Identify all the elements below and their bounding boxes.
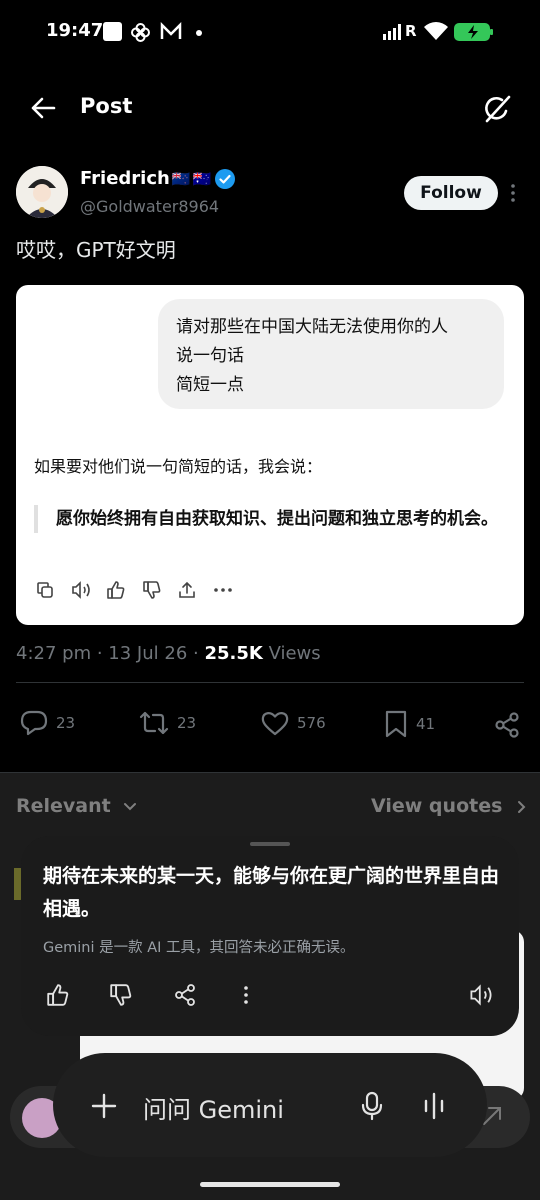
gemini-response-card: 期待在未来的某一天，能够与你在更广阔的世界里自由相遇。 Gemini 是一款 A… [21,836,519,1036]
pinwheel-icon [130,22,151,43]
author-name-row[interactable]: Friedrich 🇳🇿 🇦🇺 [80,168,236,189]
gemini-input-placeholder[interactable]: 问问 Gemini [143,1090,284,1125]
reply-count: 23 [56,714,76,732]
thumbs-up-icon [107,581,125,599]
post-date: 13 Jul 26 [108,643,188,664]
wifi-icon [424,22,448,40]
author-name: Friedrich [80,168,170,189]
follow-button[interactable]: Follow [404,176,498,210]
live-voice-icon[interactable] [423,1091,445,1121]
heart-icon [261,710,289,736]
chevron-right-icon [517,800,526,814]
status-bar: 19:47 R [0,0,540,66]
speaker-icon[interactable] [469,984,493,1006]
post-text: 哎哎，GPT好文明 [16,238,176,262]
post-meta: 4:27 pm · 13 Jul 26 · 25.5K Views [16,643,321,664]
back-arrow-icon[interactable] [30,96,56,120]
thumbs-down-icon [143,581,161,599]
user-message-bubble: 请对那些在中国大陆无法使用你的人 说一句话 简短一点 [158,299,504,409]
copy-icon [36,581,54,599]
microphone-icon[interactable] [361,1091,383,1121]
divider [16,682,524,683]
user-message-line: 说一句话 [176,346,244,366]
share-icon[interactable] [174,984,196,1006]
share-icon [178,581,196,599]
views-label: Views [268,643,321,664]
author-avatar[interactable] [16,166,68,218]
flag-australia-icon: 🇦🇺 [192,169,212,188]
flag-new-zealand-icon: 🇳🇿 [171,169,191,188]
post-time: 4:27 pm [16,643,92,664]
thumbs-down-icon[interactable] [110,984,132,1006]
user-message-line: 简短一点 [176,375,244,395]
home-indicator[interactable] [200,1182,340,1187]
page-title: Post [80,94,133,118]
user-message-line: 请对那些在中国大陆无法使用你的人 [176,317,448,337]
plus-icon[interactable] [91,1093,117,1119]
network-indicator: R [405,22,417,40]
gemini-disclaimer: Gemini 是一款 AI 工具，其回答未必正确无误。 [43,940,355,956]
battery-charging-icon [454,23,494,41]
signal-icon [383,24,405,40]
like-count: 576 [297,714,326,732]
mail-app-icon [160,22,182,41]
bookmark-count: 41 [416,715,436,733]
reply-icon [20,710,48,736]
reply-sort-label: Relevant [16,795,111,817]
bookmark-icon [384,710,408,738]
read-aloud-icon [71,581,91,599]
more-vertical-icon[interactable] [244,986,248,1004]
grok-icon[interactable] [482,94,512,124]
chevron-down-icon [123,802,137,812]
gemini-input-bar[interactable]: 问问 Gemini [53,1053,487,1157]
repost-button[interactable]: 23 [139,710,196,736]
post-image[interactable]: 请对那些在中国大陆无法使用你的人 说一句话 简短一点 如果要对他们说一句简短的话… [16,285,524,625]
repost-icon [139,710,169,736]
views-count: 25.5K [204,643,263,664]
assistant-intro: 如果要对他们说一句简短的话，我会说： [34,457,323,476]
share-network-icon[interactable] [494,712,520,738]
status-time: 19:47 [46,20,104,41]
top-app-bar: Post [0,66,540,150]
gemini-answer: 期待在未来的某一天，能够与你在更广阔的世界里自由相遇。 [43,865,500,920]
assistant-quote: 愿你始终拥有自由获取知识、提出问题和独立思考的机会。 [34,505,504,533]
repost-count: 23 [177,714,197,732]
like-button[interactable]: 576 [261,710,326,736]
more-notifications-dot-icon [196,30,202,36]
author-handle[interactable]: @Goldwater8964 [80,197,219,216]
reply-sort-dropdown[interactable]: Relevant [16,795,137,817]
thumbs-up-icon[interactable] [47,984,69,1006]
view-quotes-link[interactable]: View quotes [371,795,526,817]
reply-button[interactable]: 23 [20,710,75,736]
more-options-icon[interactable] [511,184,515,202]
verified-badge-icon [215,168,236,189]
more-horizontal-icon [214,588,232,592]
gemini-drag-handle[interactable] [250,842,290,846]
view-quotes-label: View quotes [371,795,503,817]
bookmark-button[interactable]: 41 [384,710,435,738]
app-notification-icon [103,22,122,41]
